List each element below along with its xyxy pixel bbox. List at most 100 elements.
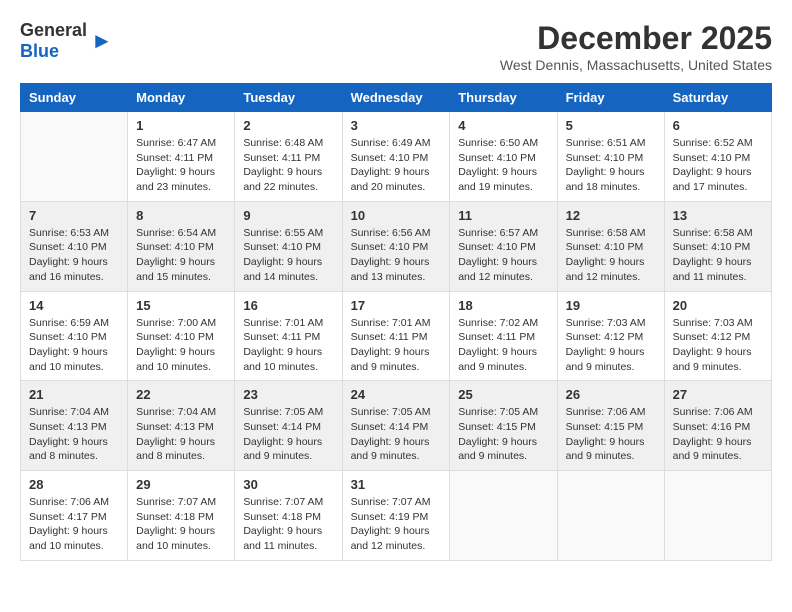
col-header-tuesday: Tuesday [235,84,342,112]
day-info: Sunrise: 7:02 AMSunset: 4:11 PMDaylight:… [458,316,548,375]
calendar-cell: 11 Sunrise: 6:57 AMSunset: 4:10 PMDayligh… [450,201,557,291]
day-number: 28 [29,477,119,492]
day-info: Sunrise: 7:05 AMSunset: 4:15 PMDaylight:… [458,405,548,464]
calendar-cell: 9 Sunrise: 6:55 AMSunset: 4:10 PMDaylight… [235,201,342,291]
calendar-cell: 13Sunrise: 6:58 AMSunset: 4:10 PMDayligh… [664,201,771,291]
day-info: Sunrise: 6:47 AMSunset: 4:11 PMDaylight:… [136,136,226,195]
logo-blue: Blue [20,41,59,61]
day-number: 18 [458,298,548,313]
day-info: Sunrise: 6:58 AMSunset: 4:10 PMDaylight:… [566,226,656,285]
day-number: 20 [673,298,763,313]
day-number: 11 [458,208,548,223]
calendar-cell: 15Sunrise: 7:00 AMSunset: 4:10 PMDayligh… [128,291,235,381]
col-header-saturday: Saturday [664,84,771,112]
day-info: Sunrise: 7:03 AMSunset: 4:12 PMDaylight:… [566,316,656,375]
calendar-cell: 4 Sunrise: 6:50 AMSunset: 4:10 PMDaylight… [450,112,557,202]
day-number: 15 [136,298,226,313]
calendar-cell: 7 Sunrise: 6:53 AMSunset: 4:10 PMDaylight… [21,201,128,291]
calendar-cell: 18 Sunrise: 7:02 AMSunset: 4:11 PMDayligh… [450,291,557,381]
day-info: Sunrise: 7:06 AMSunset: 4:15 PMDaylight:… [566,405,656,464]
day-info: Sunrise: 7:05 AMSunset: 4:14 PMDaylight:… [243,405,333,464]
day-number: 8 [136,208,226,223]
day-number: 2 [243,118,333,133]
day-info: Sunrise: 6:53 AMSunset: 4:10 PMDaylight:… [29,226,119,285]
calendar-cell: 29 Sunrise: 7:07 AMSunset: 4:18 PMDayligh… [128,471,235,561]
col-header-monday: Monday [128,84,235,112]
col-header-wednesday: Wednesday [342,84,450,112]
day-number: 7 [29,208,119,223]
day-info: Sunrise: 7:06 AMSunset: 4:16 PMDaylight:… [673,405,763,464]
day-number: 19 [566,298,656,313]
day-info: Sunrise: 7:03 AMSunset: 4:12 PMDaylight:… [673,316,763,375]
calendar-cell: 17Sunrise: 7:01 AMSunset: 4:11 PMDayligh… [342,291,450,381]
calendar-cell: 1 Sunrise: 6:47 AMSunset: 4:11 PMDaylight… [128,112,235,202]
calendar-cell: 23 Sunrise: 7:05 AMSunset: 4:14 PMDayligh… [235,381,342,471]
day-number: 3 [351,118,442,133]
calendar-cell: 28Sunrise: 7:06 AMSunset: 4:17 PMDayligh… [21,471,128,561]
day-info: Sunrise: 7:07 AMSunset: 4:18 PMDaylight:… [136,495,226,554]
day-number: 27 [673,387,763,402]
col-header-friday: Friday [557,84,664,112]
day-info: Sunrise: 7:07 AMSunset: 4:18 PMDaylight:… [243,495,333,554]
calendar-cell [21,112,128,202]
day-info: Sunrise: 7:04 AMSunset: 4:13 PMDaylight:… [29,405,119,464]
day-number: 30 [243,477,333,492]
calendar-table: SundayMondayTuesdayWednesdayThursdayFrid… [20,83,772,561]
col-header-sunday: Sunday [21,84,128,112]
day-number: 4 [458,118,548,133]
day-info: Sunrise: 7:05 AMSunset: 4:14 PMDaylight:… [351,405,442,464]
day-info: Sunrise: 6:57 AMSunset: 4:10 PMDaylight:… [458,226,548,285]
day-info: Sunrise: 7:04 AMSunset: 4:13 PMDaylight:… [136,405,226,464]
day-info: Sunrise: 7:07 AMSunset: 4:19 PMDaylight:… [351,495,442,554]
day-info: Sunrise: 6:52 AMSunset: 4:10 PMDaylight:… [673,136,763,195]
calendar-cell: 8 Sunrise: 6:54 AMSunset: 4:10 PMDaylight… [128,201,235,291]
day-number: 14 [29,298,119,313]
calendar-cell: 20 Sunrise: 7:03 AMSunset: 4:12 PMDayligh… [664,291,771,381]
day-info: Sunrise: 6:56 AMSunset: 4:10 PMDaylight:… [351,226,442,285]
calendar-cell: 14 Sunrise: 6:59 AMSunset: 4:10 PMDayligh… [21,291,128,381]
day-info: Sunrise: 6:49 AMSunset: 4:10 PMDaylight:… [351,136,442,195]
location-title: West Dennis, Massachusetts, United State… [500,57,772,73]
day-number: 6 [673,118,763,133]
day-number: 10 [351,208,442,223]
calendar-cell: 31Sunrise: 7:07 AMSunset: 4:19 PMDayligh… [342,471,450,561]
calendar-cell: 3 Sunrise: 6:49 AMSunset: 4:10 PMDaylight… [342,112,450,202]
day-info: Sunrise: 6:48 AMSunset: 4:11 PMDaylight:… [243,136,333,195]
calendar-cell [664,471,771,561]
day-info: Sunrise: 6:55 AMSunset: 4:10 PMDaylight:… [243,226,333,285]
calendar-cell: 6 Sunrise: 6:52 AMSunset: 4:10 PMDaylight… [664,112,771,202]
month-title: December 2025 [500,20,772,57]
day-number: 9 [243,208,333,223]
day-number: 29 [136,477,226,492]
day-number: 23 [243,387,333,402]
day-info: Sunrise: 6:50 AMSunset: 4:10 PMDaylight:… [458,136,548,195]
calendar-cell [450,471,557,561]
day-number: 16 [243,298,333,313]
calendar-cell: 19 Sunrise: 7:03 AMSunset: 4:12 PMDayligh… [557,291,664,381]
calendar-cell: 5 Sunrise: 6:51 AMSunset: 4:10 PMDaylight… [557,112,664,202]
calendar-cell [557,471,664,561]
day-number: 12 [566,208,656,223]
day-number: 13 [673,208,763,223]
page-header: General Blue ► December 2025 West Dennis… [20,20,772,73]
day-info: Sunrise: 6:54 AMSunset: 4:10 PMDaylight:… [136,226,226,285]
calendar-cell: 25 Sunrise: 7:05 AMSunset: 4:15 PMDayligh… [450,381,557,471]
day-number: 26 [566,387,656,402]
day-info: Sunrise: 6:59 AMSunset: 4:10 PMDaylight:… [29,316,119,375]
day-info: Sunrise: 6:51 AMSunset: 4:10 PMDaylight:… [566,136,656,195]
calendar-cell: 24 Sunrise: 7:05 AMSunset: 4:14 PMDayligh… [342,381,450,471]
day-number: 1 [136,118,226,133]
calendar-cell: 2 Sunrise: 6:48 AMSunset: 4:11 PMDaylight… [235,112,342,202]
logo: General Blue ► [20,20,113,62]
calendar-cell: 22Sunrise: 7:04 AMSunset: 4:13 PMDayligh… [128,381,235,471]
day-number: 21 [29,387,119,402]
calendar-cell: 12 Sunrise: 6:58 AMSunset: 4:10 PMDayligh… [557,201,664,291]
day-info: Sunrise: 7:01 AMSunset: 4:11 PMDaylight:… [243,316,333,375]
day-number: 25 [458,387,548,402]
day-number: 24 [351,387,442,402]
logo-bird-icon: ► [91,28,113,54]
title-area: December 2025 West Dennis, Massachusetts… [500,20,772,73]
day-number: 5 [566,118,656,133]
col-header-thursday: Thursday [450,84,557,112]
calendar-cell: 16 Sunrise: 7:01 AMSunset: 4:11 PMDayligh… [235,291,342,381]
